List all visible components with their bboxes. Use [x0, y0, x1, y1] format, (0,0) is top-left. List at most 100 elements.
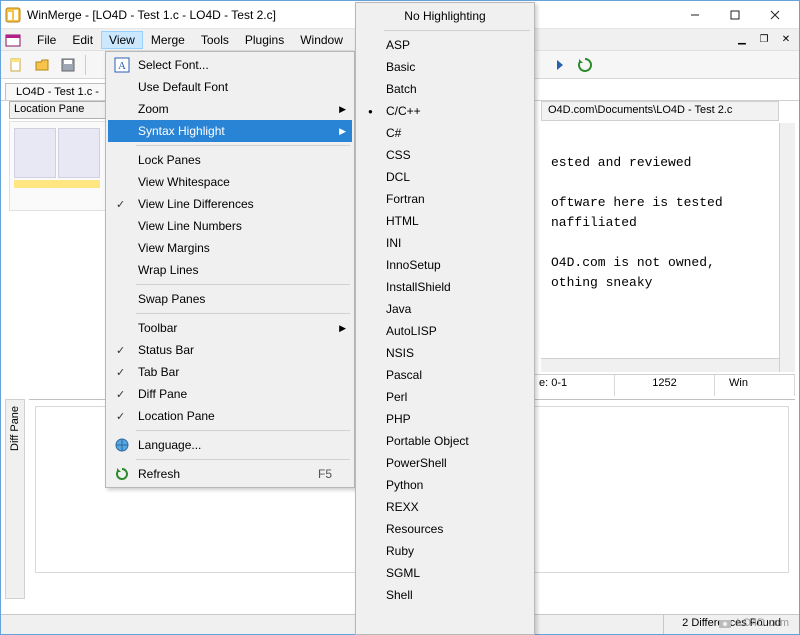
view-menu-item[interactable]: View Margins [108, 237, 352, 259]
menu-item-label: Language... [138, 438, 201, 452]
menu-item-label: Wrap Lines [138, 263, 198, 277]
menu-file[interactable]: File [29, 31, 64, 49]
syntax-menu-item[interactable]: Shell [358, 584, 532, 606]
menu-edit[interactable]: Edit [64, 31, 101, 49]
mdi-app-icon [5, 32, 21, 48]
menu-item-label: C# [386, 126, 401, 140]
syntax-menu-item[interactable]: Pascal [358, 364, 532, 386]
status-line-selection: e: 0-1 [525, 375, 615, 396]
syntax-menu-item[interactable]: Ruby [358, 540, 532, 562]
diff-pane-label: Diff Pane [5, 399, 25, 599]
right-document-text[interactable]: ested and reviewed oftware here is teste… [551, 153, 775, 293]
view-menu-item[interactable]: View Whitespace [108, 171, 352, 193]
view-menu-item[interactable]: View Line Differences [108, 193, 352, 215]
menu-view[interactable]: View [101, 31, 143, 49]
syntax-menu-item[interactable]: HTML [358, 210, 532, 232]
refresh-toolbar-button[interactable] [574, 54, 596, 76]
syntax-menu-item[interactable]: Resources [358, 518, 532, 540]
document-tab[interactable]: LO4D - Test 1.c - [5, 83, 110, 100]
mdi-restore[interactable]: ❐ [755, 33, 773, 47]
syntax-menu-item[interactable]: PowerShell [358, 452, 532, 474]
view-menu-item[interactable]: Tab Bar [108, 361, 352, 383]
menu-item-label: Resources [386, 522, 443, 536]
syntax-menu-item[interactable]: Batch [358, 78, 532, 100]
syntax-menu-item[interactable]: Fortran [358, 188, 532, 210]
syntax-menu-item[interactable]: CSS [358, 144, 532, 166]
location-right-map [58, 128, 100, 178]
vertical-scrollbar[interactable] [779, 123, 795, 372]
view-menu-item[interactable]: Lock Panes [108, 149, 352, 171]
right-file-path[interactable]: O4D.com\Documents\LO4D - Test 2.c [541, 101, 779, 121]
save-button[interactable] [57, 54, 79, 76]
menu-item-label: Lock Panes [138, 153, 201, 167]
mdi-minimize[interactable]: ▁ [733, 33, 751, 47]
menu-item-label: PowerShell [386, 456, 447, 470]
syntax-menu-item[interactable]: Portable Object [358, 430, 532, 452]
syntax-menu-item[interactable]: Basic [358, 56, 532, 78]
watermark: LO4D.com [718, 616, 789, 630]
view-menu-item[interactable]: ASelect Font... [108, 54, 352, 76]
location-pane[interactable] [9, 121, 107, 211]
view-menu-item[interactable]: Syntax Highlight [108, 120, 352, 142]
mdi-close[interactable]: ✕ [777, 33, 795, 47]
syntax-menu-item[interactable]: SGML [358, 562, 532, 584]
view-menu-item[interactable]: Use Default Font [108, 76, 352, 98]
syntax-menu-item[interactable]: REXX [358, 496, 532, 518]
refresh-icon [114, 466, 130, 482]
syntax-menu-item[interactable]: InstallShield [358, 276, 532, 298]
syntax-menu-item[interactable]: DCL [358, 166, 532, 188]
syntax-menu-item[interactable]: Java [358, 298, 532, 320]
menu-item-label: View Margins [138, 241, 210, 255]
syntax-menu-item[interactable]: No Highlighting [358, 5, 532, 27]
syntax-menu-item[interactable]: C# [358, 122, 532, 144]
menu-item-label: SGML [386, 566, 420, 580]
menu-item-label: ASP [386, 38, 410, 52]
status-os: Win [715, 375, 795, 396]
menu-tools[interactable]: Tools [193, 31, 237, 49]
view-menu-item[interactable]: Swap Panes [108, 288, 352, 310]
minimize-button[interactable] [675, 4, 715, 26]
view-menu-item[interactable]: Status Bar [108, 339, 352, 361]
menu-item-label: C/C++ [386, 104, 421, 118]
syntax-menu-item[interactable]: Perl [358, 386, 532, 408]
view-menu-item[interactable]: RefreshF5 [108, 463, 352, 485]
syntax-menu-item[interactable]: NSIS [358, 342, 532, 364]
menu-separator [136, 284, 350, 285]
new-file-button[interactable] [5, 54, 27, 76]
menu-item-label: Location Pane [138, 409, 215, 423]
view-menu-item[interactable]: Wrap Lines [108, 259, 352, 281]
view-menu-item[interactable]: Location Pane [108, 405, 352, 427]
syntax-menu-item[interactable]: InnoSetup [358, 254, 532, 276]
view-menu-item[interactable]: Language... [108, 434, 352, 456]
menu-item-label: Java [386, 302, 411, 316]
syntax-menu-item[interactable]: AutoLISP [358, 320, 532, 342]
menu-item-label: Batch [386, 82, 417, 96]
view-menu-item[interactable]: View Line Numbers [108, 215, 352, 237]
menu-item-label: Ruby [386, 544, 414, 558]
toolbar-sep [85, 55, 86, 75]
syntax-menu-item[interactable]: ASP [358, 34, 532, 56]
maximize-button[interactable] [715, 4, 755, 26]
syntax-menu-item[interactable]: INI [358, 232, 532, 254]
close-button[interactable] [755, 4, 795, 26]
syntax-menu-item[interactable]: PHP [358, 408, 532, 430]
menu-plugins[interactable]: Plugins [237, 31, 292, 49]
menu-item-label: Shell [386, 588, 413, 602]
view-menu-item[interactable]: Diff Pane [108, 383, 352, 405]
menu-item-label: CSS [386, 148, 411, 162]
syntax-menu-item[interactable]: Python [358, 474, 532, 496]
menu-merge[interactable]: Merge [143, 31, 193, 49]
menu-window[interactable]: Window [292, 31, 351, 49]
menu-item-label: HTML [386, 214, 419, 228]
view-menu-item[interactable]: Zoom [108, 98, 352, 120]
view-menu-dropdown: ASelect Font...Use Default FontZoomSynta… [105, 51, 355, 488]
view-menu-item[interactable]: Toolbar [108, 317, 352, 339]
open-folder-button[interactable] [31, 54, 53, 76]
syntax-menu-item[interactable]: C/C++ [358, 100, 532, 122]
menu-separator [136, 430, 350, 431]
horizontal-scrollbar[interactable] [541, 358, 779, 372]
nav-next-button[interactable] [548, 54, 570, 76]
location-diff-marker [14, 180, 100, 188]
menu-separator [136, 145, 350, 146]
menu-item-label: INI [386, 236, 401, 250]
